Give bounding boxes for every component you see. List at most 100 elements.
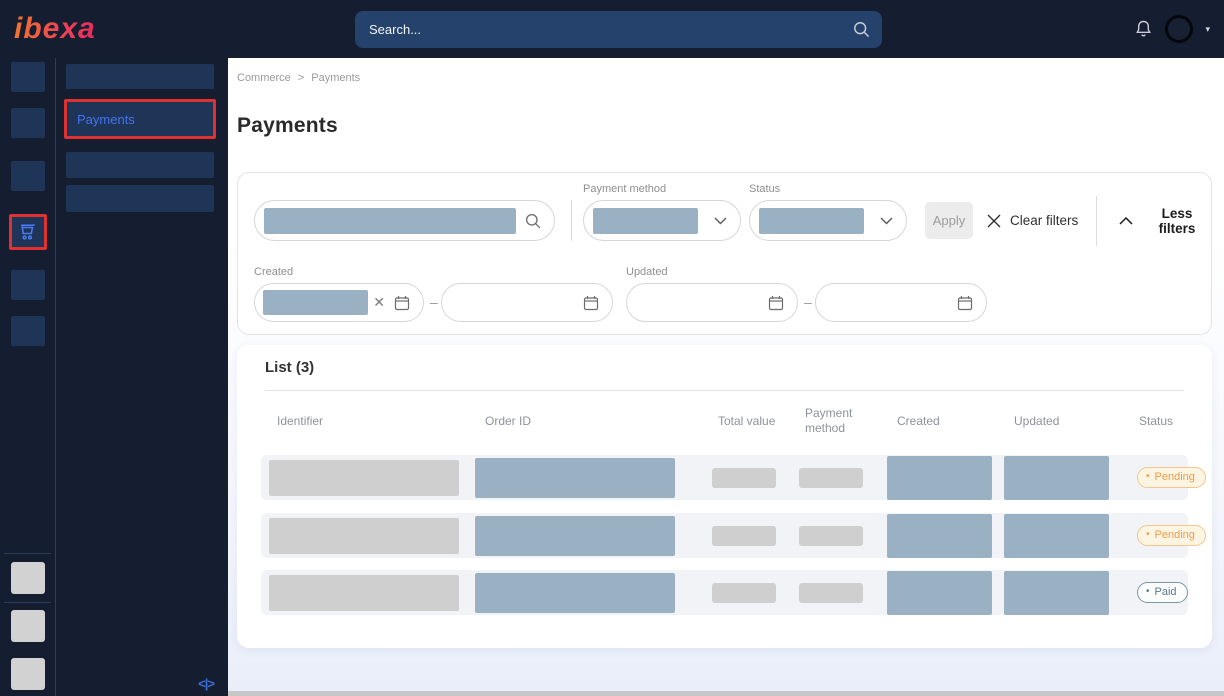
- topbar-actions: ▾: [1134, 0, 1210, 58]
- calendar-icon[interactable]: [583, 295, 599, 311]
- calendar-icon[interactable]: [394, 295, 410, 311]
- cart-icon: [18, 223, 38, 242]
- breadcrumb: Commerce > Payments: [237, 72, 360, 84]
- subnav-panel: Payments <|>: [56, 58, 228, 696]
- created-from-value-placeholder: [263, 290, 368, 315]
- clear-x-icon: [987, 214, 1001, 228]
- order-id-placeholder: [475, 458, 675, 498]
- subnav-item-3[interactable]: [66, 152, 214, 178]
- payment-method-placeholder: [799, 468, 863, 488]
- search-value-placeholder: [264, 208, 516, 234]
- clear-date-icon[interactable]: ✕: [373, 294, 385, 311]
- updated-placeholder: [1004, 514, 1109, 558]
- rail-footer-item-2[interactable]: [11, 610, 45, 642]
- rail-footer-item-1[interactable]: [11, 562, 45, 594]
- chevron-down-icon: [880, 217, 893, 225]
- column-header-identifier: Identifier: [261, 414, 475, 429]
- filter-divider: [1096, 196, 1097, 246]
- order-id-placeholder: [475, 516, 675, 556]
- created-placeholder: [887, 514, 992, 558]
- rail-item-5[interactable]: [11, 270, 45, 300]
- payment-method-placeholder: [799, 526, 863, 546]
- subnav-item-1[interactable]: [66, 64, 214, 89]
- less-filters-label: Less filters: [1143, 206, 1211, 236]
- column-header-created: Created: [887, 414, 1004, 429]
- page-title: Payments: [237, 114, 338, 138]
- rail-item-6[interactable]: [11, 316, 45, 346]
- status-badge: • Pending: [1137, 467, 1206, 488]
- table-row[interactable]: • Pending: [261, 513, 1188, 558]
- status-label: Paid: [1155, 586, 1177, 598]
- breadcrumb-payments[interactable]: Payments: [311, 72, 360, 84]
- rail-item-1[interactable]: [11, 62, 45, 92]
- status-badge: • Pending: [1137, 525, 1206, 546]
- updated-label: Updated: [626, 266, 668, 278]
- updated-to-date-input[interactable]: [815, 283, 987, 322]
- created-to-date-input[interactable]: [441, 283, 613, 322]
- apply-button[interactable]: Apply: [925, 202, 973, 239]
- created-from-date-input[interactable]: ✕: [254, 283, 424, 322]
- rail-footer-item-3[interactable]: [11, 658, 45, 690]
- clear-filters-button[interactable]: Clear filters: [987, 202, 1078, 239]
- range-separator: –: [804, 294, 812, 310]
- table-row[interactable]: • Paid: [261, 570, 1188, 615]
- subnav-item-payments-label: Payments: [77, 112, 135, 127]
- user-avatar[interactable]: [1165, 15, 1193, 43]
- calendar-icon[interactable]: [957, 295, 973, 311]
- updated-from-date-input[interactable]: [626, 283, 798, 322]
- total-value-placeholder: [712, 526, 776, 546]
- status-select[interactable]: [749, 200, 907, 241]
- identifier-placeholder: [269, 518, 459, 554]
- topbar: ibexa ▾: [0, 0, 1224, 58]
- payment-method-placeholder: [799, 583, 863, 603]
- total-value-placeholder: [712, 468, 776, 488]
- horizontal-scrollbar[interactable]: [228, 691, 1224, 696]
- column-header-total-value: Total value: [712, 414, 799, 429]
- filter-search-input[interactable]: [254, 200, 555, 241]
- updated-placeholder: [1004, 456, 1109, 500]
- identifier-placeholder: [269, 575, 459, 611]
- search-input[interactable]: [355, 22, 853, 37]
- column-header-payment-method: Payment method: [799, 406, 887, 436]
- calendar-icon[interactable]: [768, 295, 784, 311]
- table-header-row: Identifier Order ID Total value Payment …: [261, 401, 1188, 441]
- global-search[interactable]: [355, 11, 882, 48]
- collapse-panel-icon[interactable]: <|>: [198, 676, 214, 691]
- payment-method-select[interactable]: [583, 200, 741, 241]
- rail-divider: [4, 553, 51, 554]
- status-value-placeholder: [759, 208, 864, 234]
- list-title: List (3): [265, 359, 314, 376]
- payment-method-label: Payment method: [583, 183, 666, 195]
- payment-method-value-placeholder: [593, 208, 698, 234]
- subnav-item-payments[interactable]: Payments: [64, 99, 216, 139]
- status-badge: • Paid: [1137, 582, 1188, 603]
- list-divider: [265, 390, 1184, 391]
- search-icon[interactable]: [853, 21, 870, 38]
- status-dot-icon: •: [1146, 587, 1150, 597]
- subnav-item-4[interactable]: [66, 185, 214, 212]
- rail-item-2[interactable]: [11, 108, 45, 138]
- column-header-updated: Updated: [1004, 414, 1125, 429]
- column-header-order-id: Order ID: [475, 414, 712, 429]
- user-menu-caret-icon[interactable]: ▾: [1205, 24, 1210, 35]
- column-header-status: Status: [1125, 414, 1188, 429]
- updated-placeholder: [1004, 571, 1109, 615]
- breadcrumb-commerce[interactable]: Commerce: [237, 72, 291, 84]
- identifier-placeholder: [269, 460, 459, 496]
- status-dot-icon: •: [1146, 530, 1150, 540]
- table-row[interactable]: • Pending: [261, 455, 1188, 500]
- created-placeholder: [887, 571, 992, 615]
- icon-rail: [0, 58, 56, 696]
- less-filters-button[interactable]: Less filters: [1119, 202, 1211, 239]
- rail-divider: [4, 602, 51, 603]
- notifications-bell-icon[interactable]: [1134, 19, 1153, 39]
- rail-item-commerce[interactable]: [9, 214, 47, 250]
- status-label: Pending: [1155, 529, 1195, 541]
- ibexa-logo[interactable]: ibexa: [14, 12, 96, 46]
- status-label: Pending: [1155, 471, 1195, 483]
- filters-panel: Payment method Status Apply: [237, 172, 1212, 335]
- created-label: Created: [254, 266, 293, 278]
- status-label: Status: [749, 183, 780, 195]
- rail-item-3[interactable]: [11, 161, 45, 191]
- search-icon[interactable]: [525, 213, 541, 229]
